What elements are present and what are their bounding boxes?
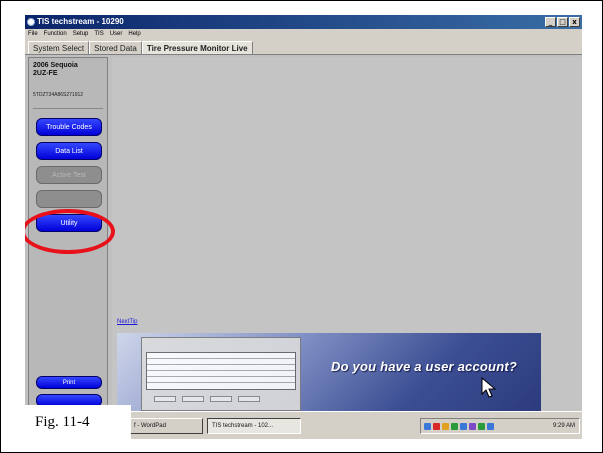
tray-power-icon[interactable] — [478, 423, 485, 430]
tab-system-select[interactable]: System Select — [28, 41, 90, 54]
tray-clock: 9:29 AM — [552, 423, 575, 429]
close-button[interactable]: x — [569, 17, 580, 27]
tab-tire-pressure-monitor-live[interactable]: Tire Pressure Monitor Live — [141, 41, 253, 54]
menu-user[interactable]: User — [110, 29, 123, 39]
vin-number: 5TDZT34A86S271912 — [33, 92, 84, 98]
figure-caption: Fig. 11-4 — [25, 405, 131, 439]
minimize-button[interactable]: _ — [545, 17, 556, 27]
tray-network-icon[interactable] — [424, 423, 431, 430]
data-list-button[interactable]: Data List — [36, 142, 102, 160]
title-bar: TIS techstream - 10290 _ □ x — [25, 15, 582, 29]
vehicle-engine: 2UZ-FE — [33, 70, 58, 77]
maximize-button[interactable]: □ — [557, 17, 568, 27]
table-row — [147, 377, 295, 383]
app-screen: TIS techstream - 10290 _ □ x File Functi… — [25, 15, 582, 439]
dialog-table — [146, 352, 296, 390]
vehicle-model: 2006 Sequoia — [33, 62, 78, 69]
utility-highlight-circle — [25, 209, 115, 254]
app-icon — [27, 18, 35, 26]
system-tray: 9:29 AM — [420, 418, 580, 434]
tray-volume-icon[interactable] — [442, 423, 449, 430]
print-button[interactable]: Print — [36, 376, 102, 389]
tray-update-icon[interactable] — [460, 423, 467, 430]
mouse-pointer-icon — [481, 377, 497, 398]
menu-function[interactable]: Function — [44, 29, 67, 39]
taskbar-item-wordpad[interactable]: f - WordPad — [129, 418, 203, 434]
user-account-banner: Do you have a user account? — [117, 333, 541, 419]
tray-icons — [424, 423, 494, 430]
monitor-button[interactable] — [36, 190, 102, 208]
active-test-button[interactable]: Active Test — [36, 166, 102, 184]
tray-display-icon[interactable] — [487, 423, 494, 430]
tab-stored-data[interactable]: Stored Data — [89, 41, 142, 54]
next-tip-link[interactable]: NextTip — [117, 319, 137, 325]
taskbar-item-techstream[interactable]: TIS techstream - 102... — [207, 418, 301, 434]
figure-frame: TIS techstream - 10290 _ □ x File Functi… — [0, 0, 603, 453]
menu-setup[interactable]: Setup — [73, 29, 89, 39]
menu-help[interactable]: Help — [128, 29, 140, 39]
tray-device-icon[interactable] — [469, 423, 476, 430]
sidebar-divider — [33, 108, 103, 109]
dialog-button — [238, 396, 260, 402]
menu-file[interactable]: File — [28, 29, 38, 39]
dialog-buttons — [154, 396, 260, 402]
dialog-button — [210, 396, 232, 402]
vehicle-info: 2006 Sequoia 2UZ-FE — [33, 62, 78, 78]
menu-bar: File Function Setup TIS User Help — [25, 29, 582, 39]
trouble-codes-button[interactable]: Trouble Codes — [36, 118, 102, 136]
dialog-button — [154, 396, 176, 402]
window-title: TIS techstream - 10290 — [37, 17, 124, 26]
tray-security-icon[interactable] — [451, 423, 458, 430]
menu-tis[interactable]: TIS — [94, 29, 103, 39]
window-controls: _ □ x — [545, 17, 580, 27]
banner-dialog-preview — [141, 337, 301, 411]
banner-headline: Do you have a user account? — [331, 359, 518, 374]
tab-bar: System Select Stored Data Tire Pressure … — [25, 39, 582, 55]
tray-alert-icon[interactable] — [433, 423, 440, 430]
dialog-button — [182, 396, 204, 402]
